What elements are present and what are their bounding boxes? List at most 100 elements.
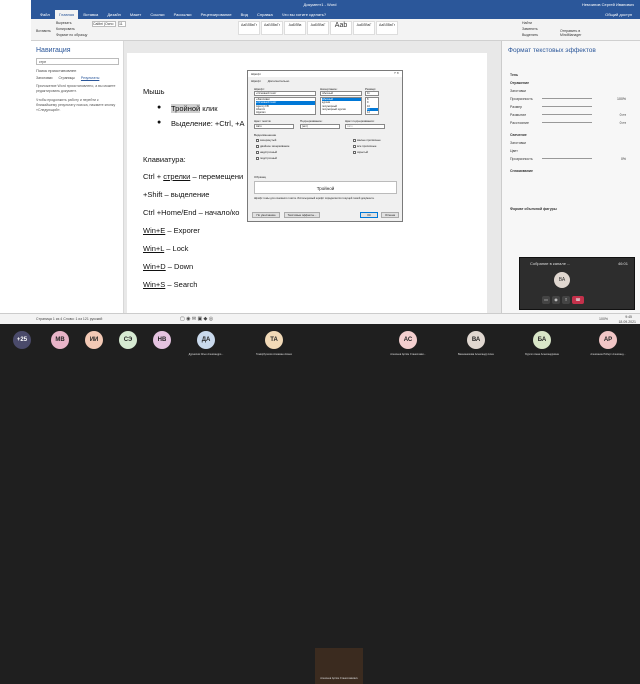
row-value[interactable]: 0 пт [620,113,626,117]
row-size[interactable]: Размер [510,105,634,109]
style-1[interactable]: АаБбВвГг [238,21,260,35]
tab-design[interactable]: Дизайн [103,10,124,19]
set-default-button[interactable]: По умолчанию [252,212,280,218]
font-size-box[interactable]: 11 [118,21,126,27]
user-name[interactable]: Немчинов Сергей Иванович [582,0,634,10]
row-presets[interactable]: Заготовки [510,89,634,93]
hidden-checkbox[interactable]: скрытый [353,150,368,154]
tab-advanced[interactable]: Дополнительно [268,79,290,83]
camera-icon[interactable]: ▭ [542,296,550,304]
copy-button[interactable]: Копировать [56,27,75,31]
style-5[interactable]: Ааb [330,21,352,35]
font-input[interactable]: +Основной текст [254,91,316,96]
row-blur[interactable]: Размытие 0 пт [510,113,634,117]
list-item[interactable]: 12 [367,111,378,114]
share-button[interactable]: Общий доступ [601,10,636,19]
size-input[interactable]: 11 [365,91,379,96]
tab-review[interactable]: Рецензирование [197,10,236,19]
share-icon[interactable]: ⇪ [562,296,570,304]
row-distance[interactable]: Расстояние 0 пт [510,121,634,125]
participant[interactable]: АР Алексанян Роберт Александ... [590,326,626,360]
participant[interactable]: ИИ [76,326,112,360]
tab-results[interactable]: Результаты [81,76,99,80]
hang-up-button[interactable]: ☎ [572,296,584,304]
row-value[interactable]: 100% [617,97,626,101]
distance-slider[interactable] [542,122,592,123]
tab-mailings[interactable]: Рассылки [170,10,196,19]
underline-color-select[interactable]: Авто [345,124,385,129]
row-glow-presets[interactable]: Заготовки [510,141,634,145]
participant[interactable]: БА Бурлич Анна Александровна [524,326,560,360]
font-list[interactable]: +Заголовки +Основной текст Agency FB Aha… [254,97,316,115]
cancel-button[interactable]: Отмена [381,212,399,218]
participant[interactable]: ВА Вашемникова Александр Алексе... [458,326,494,360]
style-4[interactable]: АаБбВвГ [307,21,329,35]
section-glow[interactable]: Свечение [510,133,634,137]
nav-search-input[interactable]: стрл [36,58,119,65]
style-input[interactable]: обычный [320,91,362,96]
row-color[interactable]: Цвет [510,149,634,153]
small-caps-checkbox[interactable]: малые прописные [353,138,381,142]
style-6[interactable]: АаБбВвГ [353,21,375,35]
mindmanager-button[interactable]: Отправить в MindManager [560,29,600,37]
double-strike-checkbox[interactable]: двойное зачеркивание [256,144,289,148]
row-value[interactable]: 0 пт [620,121,626,125]
size-list[interactable]: 8 9 10 11 12 [365,97,379,115]
section-shadow[interactable]: Тень [510,73,634,77]
style-3[interactable]: АаБбВв [284,21,306,35]
tell-me-input[interactable]: Что вы хотите сделать? [278,10,330,19]
format-painter-button[interactable]: Формат по образцу [56,33,87,37]
tab-references[interactable]: Ссылки [146,10,168,19]
all-caps-checkbox[interactable]: все прописные [353,144,376,148]
tab-layout[interactable]: Макет [126,10,145,19]
tab-home[interactable]: Главная [54,10,79,19]
participant[interactable]: +25 [4,326,40,360]
tab-help[interactable]: Справка [253,10,277,19]
strikethrough-checkbox[interactable]: зачеркнутый [256,138,276,142]
section-reflection[interactable]: Отражение [510,81,634,85]
participant-name: Тимирбулатов Алиаман Асмехан... [256,353,292,356]
section-soft-edges[interactable]: Сглаживание [510,169,634,173]
text-effects-button[interactable]: Текстовые эффекты... [284,212,320,218]
tab-file[interactable]: Файл [36,10,54,19]
style-2[interactable]: АаБбВвГг [261,21,283,35]
size-slider[interactable] [542,106,592,107]
color-select[interactable]: Авто [254,124,294,129]
ok-button[interactable]: ОК [360,212,378,218]
superscript-checkbox[interactable]: надстрочный [256,150,277,154]
tab-headings[interactable]: Заголовки [36,76,53,80]
style-list[interactable]: обычный курсив полужирный полужирный кур… [320,97,362,115]
tab-insert[interactable]: Вставка [79,10,102,19]
participant[interactable]: СЭ [110,326,146,360]
blur-slider[interactable] [542,114,592,115]
participant-video[interactable]: Алексеев Артём Станиславович [315,648,363,684]
cut-button[interactable]: Вырезать [56,21,72,25]
tab-font[interactable]: Шрифт [251,79,261,83]
participant[interactable]: АС Алексеев Артём Станиславо... [390,326,426,360]
meeting-window[interactable]: Собрание в канале ... 46:01 ВА ▭ ◉ ⇪ ☎ [519,257,635,310]
select-button[interactable]: Выделить [522,33,538,37]
mic-icon[interactable]: ◉ [552,296,560,304]
row-glow-transparency[interactable]: Прозрачность 0% [510,157,634,161]
replace-button[interactable]: Заменить [522,27,538,31]
participant[interactable]: ТА Тимирбулатов Алиаман Асмехан... [256,326,292,360]
list-item[interactable]: Algerian [256,111,315,114]
font-name-box[interactable]: Calibri (Осно [92,21,116,27]
paste-button[interactable]: Вставить [36,29,51,33]
close-icon[interactable]: ? ✕ [394,71,399,75]
list-item[interactable]: полужирный курсив [322,108,361,111]
find-button[interactable]: Найти [522,21,532,25]
tab-pages[interactable]: Страницы [59,76,75,80]
subscript-checkbox[interactable]: подстрочный [256,156,277,160]
section-3d-format[interactable]: Формат объемной фигуры [510,207,634,211]
participant[interactable]: МВ [42,326,78,360]
style-7[interactable]: АаБбВвГг [376,21,398,35]
participant[interactable]: НВ [144,326,180,360]
row-value[interactable]: 0% [621,157,626,161]
underline-select[interactable]: (нет) [300,124,340,129]
tab-view[interactable]: Вид [237,10,252,19]
glow-transparency-slider[interactable] [542,158,592,159]
participant[interactable]: ДА Дурнилов Илья Александро... [188,326,224,360]
transparency-slider[interactable] [542,98,592,99]
row-transparency[interactable]: Прозрачность 100% [510,97,634,101]
